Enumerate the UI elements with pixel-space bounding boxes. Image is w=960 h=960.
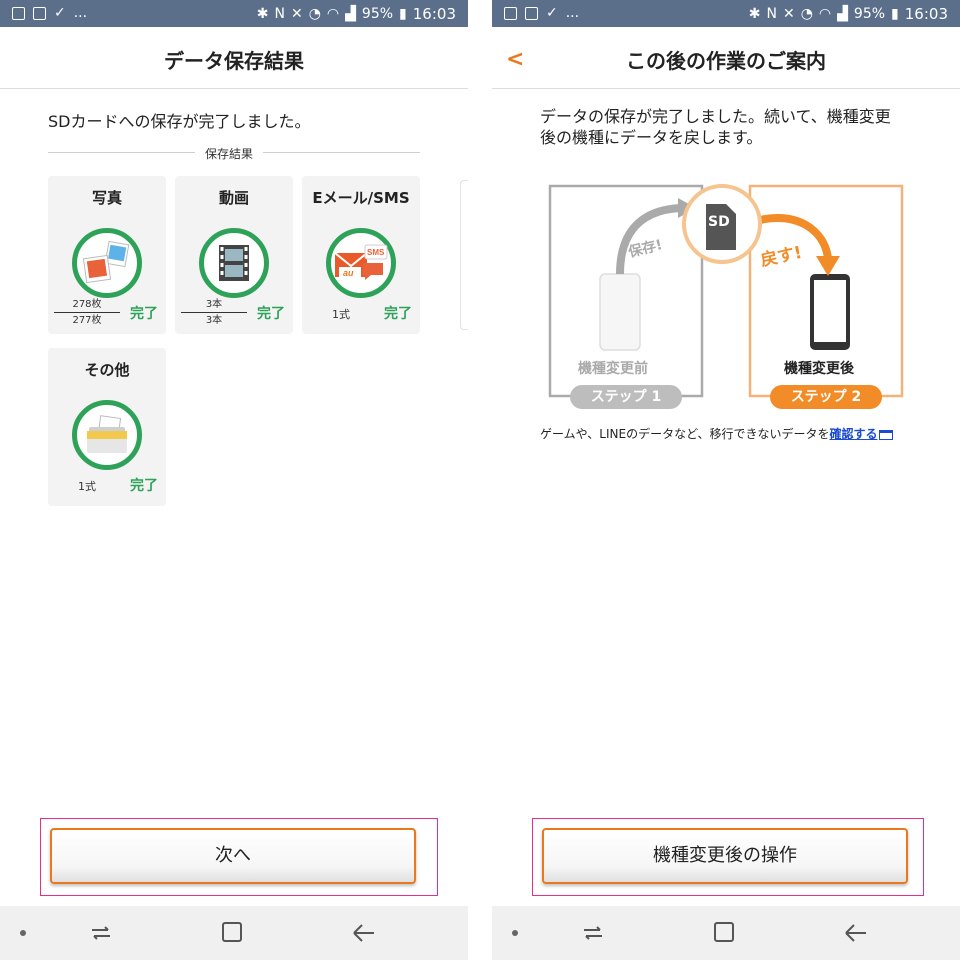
photo-count: 278枚 277枚 (54, 298, 120, 327)
image-icon (33, 6, 46, 20)
fraction-bar (181, 312, 247, 313)
saved-count: 3本 (205, 299, 223, 310)
check-icon: ✓ (546, 5, 558, 21)
nav-dot-indicator (20, 930, 26, 936)
result-card-photos: 写真 278枚 277枚 完了 (48, 176, 166, 334)
nfc-icon: N (766, 6, 777, 22)
nav-bar (492, 906, 960, 960)
home-icon[interactable] (714, 922, 734, 942)
step2-badge: ステップ 2 (770, 385, 882, 409)
post-change-operation-button[interactable]: 機種変更後の操作 (542, 828, 908, 884)
saved-count: 278枚 (72, 299, 102, 310)
image-icon (525, 6, 538, 20)
more-notifications: ... (73, 5, 88, 21)
status-done: 完了 (384, 306, 412, 322)
others-count: 1式 (78, 480, 96, 493)
alarm-icon: ◔ (800, 6, 813, 22)
nav-dot-indicator (512, 930, 518, 936)
screen-save-result: ✓ ... ✱ N ✕ ◔ ◠ ▟ 95% ▮ 16:03 データ保存結果 SD… (0, 0, 468, 960)
notification-icon (504, 6, 517, 20)
alarm-icon: ◔ (308, 6, 321, 22)
clock: 16:03 (904, 5, 948, 23)
signal-icon: ▟ (837, 6, 848, 22)
status-bar: ✓ ... ✱ N ✕ ◔ ◠ ▟ 95% ▮ 16:03 (0, 0, 468, 27)
note-text: ゲームや、LINEのデータなど、移行できないデータを (540, 427, 830, 441)
next-button[interactable]: 次へ (50, 828, 416, 884)
result-card-others: その他 1式 完了 (48, 348, 166, 506)
film-icon (199, 228, 269, 298)
app-bar: < この後の作業のご案内 (492, 27, 960, 89)
video-count: 3本 3本 (181, 298, 247, 327)
signal-icon: ▟ (345, 6, 356, 22)
home-icon[interactable] (222, 922, 242, 942)
clock: 16:03 (412, 5, 456, 23)
recent-apps-icon[interactable] (582, 924, 604, 942)
status-done: 完了 (130, 478, 158, 494)
mail-icon: au SMS (326, 228, 396, 298)
before-device-label: 機種変更前 (578, 361, 648, 377)
screen-next-steps: ✓ ... ✱ N ✕ ◔ ◠ ▟ 95% ▮ 16:03 < この後の作業のご… (492, 0, 960, 960)
page-title: データ保存結果 (164, 49, 304, 73)
status-done: 完了 (257, 306, 285, 322)
wifi-icon: ◠ (326, 6, 340, 22)
total-count: 3本 (205, 315, 223, 326)
folder-icon (72, 400, 142, 470)
fraction-bar (54, 312, 120, 313)
after-device-label: 機種変更後 (784, 361, 854, 377)
transfer-illustration: SD 保存! 戻す! 機種変更前 機種変更後 ステップ 1 ステップ 2 (548, 180, 904, 412)
check-icon: ✓ (54, 5, 66, 21)
completion-message: SDカードへの保存が完了しました。 (48, 112, 311, 131)
screenshot-gap (468, 0, 492, 960)
card-title: 写真 (91, 189, 122, 207)
nfc-icon: N (274, 6, 285, 22)
card-title: Eメール/SMS (312, 189, 410, 207)
more-notifications: ... (565, 5, 580, 21)
next-card-edge (460, 180, 468, 330)
notification-icon (12, 6, 25, 20)
section-label: 保存結果 (195, 145, 264, 162)
sd-card-label: SD (708, 214, 730, 230)
result-card-email-sms: Eメール/SMS au SMS 1式 完了 (302, 176, 420, 334)
confirm-link[interactable]: 確認する (829, 427, 877, 441)
app-bar: データ保存結果 (0, 27, 468, 89)
step1-badge: ステップ 1 (570, 385, 682, 409)
battery-percent: 95% (853, 6, 886, 22)
card-title: その他 (84, 361, 130, 379)
back-icon[interactable] (842, 920, 870, 946)
status-bar: ✓ ... ✱ N ✕ ◔ ◠ ▟ 95% ▮ 16:03 (492, 0, 960, 27)
result-card-videos: 動画 3本 3本 完了 (175, 176, 293, 334)
nav-bar (0, 906, 468, 960)
card-title: 動画 (218, 189, 249, 207)
status-done: 完了 (130, 306, 158, 322)
external-link-icon[interactable] (879, 429, 894, 440)
wifi-icon: ◠ (818, 6, 832, 22)
mail-count: 1式 (332, 308, 350, 321)
back-icon[interactable] (350, 920, 378, 946)
mute-icon: ✕ (290, 6, 303, 22)
battery-icon: ▮ (891, 6, 899, 22)
guide-message: データの保存が完了しました。続いて、機種変更後の機種にデータを戻します。 (540, 107, 891, 147)
recent-apps-icon[interactable] (90, 924, 112, 942)
unsupported-data-note: ゲームや、LINEのデータなど、移行できないデータを確認する (540, 426, 900, 443)
photo-icon (72, 228, 142, 298)
battery-icon: ▮ (399, 6, 407, 22)
sms-icon-text: SMS (367, 248, 385, 257)
total-count: 277枚 (72, 315, 102, 326)
mute-icon: ✕ (782, 6, 795, 22)
page-title: この後の作業のご案内 (626, 49, 826, 73)
au-logo-text: au (343, 268, 354, 278)
bluetooth-icon: ✱ (748, 6, 761, 22)
battery-percent: 95% (361, 6, 394, 22)
bluetooth-icon: ✱ (256, 6, 269, 22)
